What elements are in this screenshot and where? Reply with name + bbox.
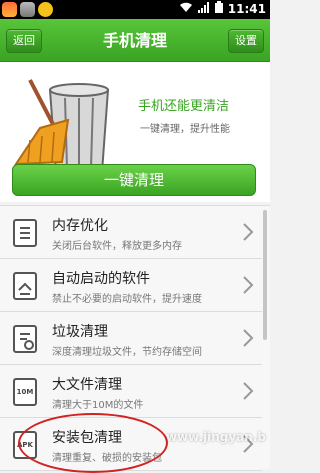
autostart-icon	[13, 272, 37, 300]
list-item-title: 大文件清理	[52, 377, 122, 393]
chevron-right-icon	[243, 276, 254, 294]
status-time: 11:41	[227, 1, 266, 16]
list-item-title: 垃圾清理	[52, 324, 108, 340]
large-file-icon-text: 10M	[16, 388, 34, 396]
app-icon-3	[38, 2, 53, 17]
title-bar: 返回 手机清理 设置	[0, 19, 270, 62]
app-icon-1	[2, 2, 17, 17]
memory-icon	[13, 219, 37, 247]
list-item-subtitle: 深度清理垃圾文件，节约存储空间	[52, 347, 202, 358]
hero-subline: 一键清理，提升性能	[140, 124, 230, 135]
list-item-title: 内存优化	[52, 218, 108, 234]
large-file-icon: 10M	[13, 378, 37, 406]
list-item-subtitle: 关闭后台软件，释放更多内存	[52, 241, 182, 252]
list-item-junk[interactable]: 垃圾清理 深度清理垃圾文件，节约存储空间	[0, 312, 262, 365]
list-item-title: 自动启动的软件	[52, 271, 150, 287]
annotation-circle	[18, 413, 168, 473]
signal-icon	[197, 1, 210, 16]
junk-icon	[13, 325, 37, 353]
one-click-clean-button[interactable]: 一键清理	[12, 164, 256, 196]
list-item-memory[interactable]: 内存优化 关闭后台软件，释放更多内存	[0, 206, 262, 259]
chevron-right-icon	[243, 382, 254, 400]
hero-headline: 手机还能更清洁	[138, 99, 230, 114]
list-item-large-file[interactable]: 10M 大文件清理 清理大于10M的文件	[0, 365, 262, 418]
list-item-subtitle: 禁止不必要的启动软件，提升速度	[52, 294, 202, 305]
watermark: www.jingyan.b	[165, 430, 266, 444]
status-bar: 11:41	[0, 0, 270, 19]
battery-icon	[214, 1, 223, 16]
app-icon-2	[20, 2, 35, 17]
scrollbar[interactable]	[263, 210, 267, 340]
wifi-icon	[179, 2, 193, 16]
list-item-autostart[interactable]: 自动启动的软件 禁止不必要的启动软件，提升速度	[0, 259, 262, 312]
chevron-right-icon	[243, 223, 254, 241]
list-item-subtitle: 清理大于10M的文件	[52, 400, 144, 411]
chevron-right-icon	[243, 329, 254, 347]
settings-button[interactable]: 设置	[228, 29, 264, 53]
